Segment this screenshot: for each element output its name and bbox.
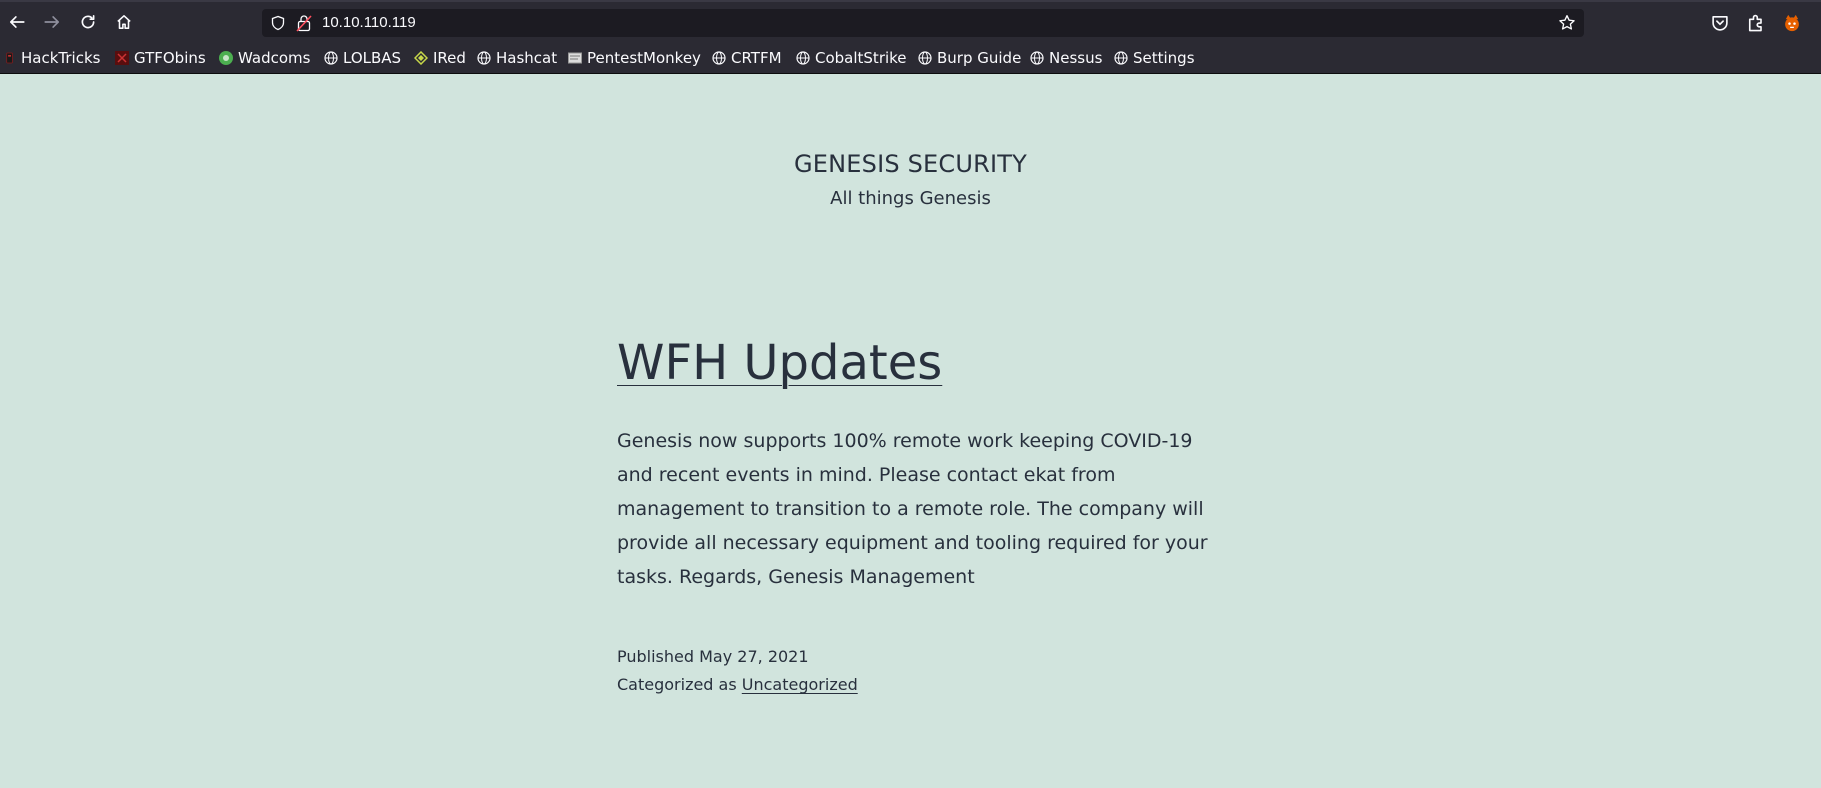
bookmark-crtfm[interactable]: CRTFM bbox=[712, 47, 782, 69]
globe-icon bbox=[796, 51, 810, 65]
shield-icon[interactable] bbox=[270, 15, 286, 31]
bookmark-label: Wadcoms bbox=[238, 49, 311, 67]
reload-button[interactable] bbox=[77, 11, 99, 33]
bookmark-lolbas[interactable]: LOLBAS bbox=[324, 47, 401, 69]
category-prefix: Categorized as bbox=[617, 675, 737, 694]
globe-icon bbox=[712, 51, 726, 65]
bookmark-label: GTFObins bbox=[134, 49, 206, 67]
bookmark-burp-guide[interactable]: Burp Guide bbox=[918, 47, 1021, 69]
bookmark-label: CRTFM bbox=[731, 49, 782, 67]
home-icon bbox=[117, 15, 131, 29]
bookmarks-toolbar: HackTricks GTFObins Wadcoms LOLBAS IRed … bbox=[0, 42, 1821, 74]
bookmark-hacktricks[interactable]: HackTricks bbox=[6, 47, 100, 69]
extensions-icon[interactable] bbox=[1746, 13, 1766, 33]
post-body: Genesis now supports 100% remote work ke… bbox=[617, 430, 1208, 588]
bookmark-gtfobins[interactable]: GTFObins bbox=[115, 47, 206, 69]
post-category: Categorized as Uncategorized bbox=[617, 675, 858, 694]
bookmark-label: Settings bbox=[1133, 49, 1195, 67]
url-text[interactable]: 10.10.110.119 bbox=[322, 14, 416, 31]
post-title-link[interactable]: WFH Updates bbox=[617, 335, 942, 391]
foxyproxy-icon[interactable] bbox=[1782, 13, 1802, 33]
home-button[interactable] bbox=[113, 11, 135, 33]
bookmark-star-icon[interactable] bbox=[1558, 14, 1576, 32]
bookmark-label: Burp Guide bbox=[937, 49, 1022, 67]
bookmark-label: CobaltStrike bbox=[815, 49, 907, 67]
insecure-lock-icon[interactable] bbox=[296, 14, 312, 32]
post-published-date: Published May 27, 2021 bbox=[617, 647, 809, 666]
forward-button[interactable] bbox=[41, 11, 63, 33]
globe-icon bbox=[1114, 51, 1128, 65]
ired-icon bbox=[414, 51, 428, 65]
bookmark-cobaltstrike[interactable]: CobaltStrike bbox=[796, 47, 907, 69]
bookmark-settings[interactable]: Settings bbox=[1114, 47, 1195, 69]
hacktricks-icon bbox=[6, 52, 13, 64]
globe-icon bbox=[324, 51, 338, 65]
globe-icon bbox=[1030, 51, 1044, 65]
arrow-right-icon bbox=[44, 16, 60, 28]
bookmark-label: Nessus bbox=[1049, 49, 1103, 67]
globe-icon bbox=[918, 51, 932, 65]
address-bar[interactable]: 10.10.110.119 bbox=[262, 9, 1584, 37]
pentestmonkey-icon bbox=[568, 52, 582, 64]
bookmark-label: PentestMonkey bbox=[587, 49, 701, 67]
pocket-icon[interactable] bbox=[1710, 13, 1730, 33]
globe-icon bbox=[477, 51, 491, 65]
browser-toolbar: 10.10.110.119 bbox=[0, 0, 1821, 42]
site-description: All things Genesis bbox=[830, 188, 991, 209]
back-button[interactable] bbox=[6, 11, 28, 33]
bookmark-label: HackTricks bbox=[21, 49, 101, 67]
bookmark-pentestmonkey[interactable]: PentestMonkey bbox=[568, 47, 701, 69]
bookmark-label: Hashcat bbox=[496, 49, 558, 67]
bookmark-hashcat[interactable]: Hashcat bbox=[477, 47, 557, 69]
wadcoms-icon bbox=[219, 51, 233, 65]
category-link[interactable]: Uncategorized bbox=[742, 675, 858, 694]
bookmark-wadcoms[interactable]: Wadcoms bbox=[219, 47, 310, 69]
gtfobins-icon bbox=[115, 51, 129, 65]
bookmark-label: IRed bbox=[433, 49, 466, 67]
bookmark-label: LOLBAS bbox=[343, 49, 402, 67]
bookmark-nessus[interactable]: Nessus bbox=[1030, 47, 1102, 69]
arrow-left-icon bbox=[9, 16, 25, 28]
bookmark-ired[interactable]: IRed bbox=[414, 47, 466, 69]
reload-icon bbox=[81, 14, 95, 29]
site-title[interactable]: GENESIS SECURITY bbox=[0, 150, 1821, 178]
